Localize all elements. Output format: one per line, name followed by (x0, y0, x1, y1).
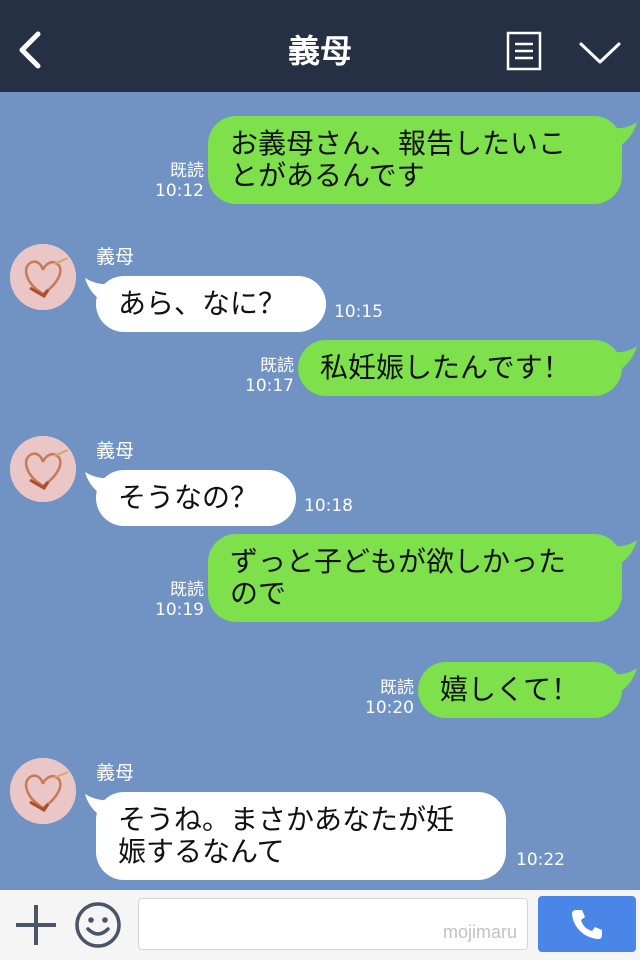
bubble-tail (610, 540, 637, 568)
message-text: 嬉しくて！ (440, 673, 580, 706)
message-bubble[interactable]: ずっと子どもが欲しかった ので (208, 534, 622, 622)
message-text: お義母さん、報告したいこ とがあるんです (230, 127, 567, 192)
message-text: そうなの？ (118, 481, 259, 514)
watermark: mojimaru (442, 922, 517, 942)
message-bubble[interactable]: あら、なに？ (96, 276, 326, 332)
timestamp: 10:19 (155, 600, 204, 620)
plus-icon[interactable] (14, 903, 58, 947)
emoji-icon[interactable] (74, 901, 122, 949)
header-bar: 義母 (0, 0, 640, 92)
read-receipt: 既読 (170, 161, 204, 181)
message-bubble[interactable]: 嬉しくて！ (418, 662, 622, 718)
message-meta: 既読 10:12 (150, 161, 204, 201)
message-text: ずっと子どもが欲しかった ので (230, 545, 567, 610)
bubble-tail (610, 122, 637, 150)
message-meta: 既読 10:19 (150, 580, 204, 620)
bubble-tail (610, 346, 637, 374)
timestamp: 10:12 (155, 181, 204, 201)
message-bubble[interactable]: そうね。まさかあなたが妊 娠するなんて (96, 792, 506, 880)
chat-title: 義母 (287, 32, 352, 70)
read-receipt: 既読 (170, 580, 204, 600)
message-text: そうね。まさかあなたが妊 娠するなんて (118, 803, 455, 868)
message-bubble[interactable]: 私妊娠したんです！ (298, 340, 622, 396)
heart-necklace-icon (10, 244, 76, 310)
menu-icon[interactable] (506, 31, 542, 71)
timestamp: 10:18 (304, 496, 353, 516)
timestamp: 10:15 (334, 302, 383, 322)
call-button[interactable] (538, 896, 636, 952)
bubble-tail (610, 668, 637, 696)
avatar[interactable] (10, 244, 76, 310)
phone-icon (572, 910, 602, 939)
chevron-down-icon[interactable] (578, 40, 622, 66)
message-input[interactable]: mojimaru (138, 898, 528, 950)
heart-necklace-icon (10, 758, 76, 824)
timestamp: 10:17 (245, 376, 294, 396)
sender-name: 義母 (96, 762, 135, 784)
heart-necklace-icon (10, 436, 76, 502)
read-receipt: 既読 (380, 678, 414, 698)
avatar[interactable] (10, 758, 76, 824)
message-text: あら、なに？ (118, 287, 287, 320)
message-bubble[interactable]: そうなの？ (96, 470, 296, 526)
message-meta: 既読 10:20 (360, 678, 414, 718)
message-bubble[interactable]: お義母さん、報告したいこ とがあるんです (208, 116, 622, 204)
chat-area: 既読 10:12 お義母さん、報告したいこ とがあるんです 義母 あら、なに？ … (0, 92, 640, 890)
read-receipt: 既読 (260, 356, 294, 376)
sender-name: 義母 (96, 246, 135, 268)
message-meta: 既読 10:17 (240, 356, 294, 396)
sender-name: 義母 (96, 440, 135, 462)
timestamp: 10:22 (516, 850, 565, 870)
avatar[interactable] (10, 436, 76, 502)
message-text: 私妊娠したんです！ (320, 351, 571, 384)
timestamp: 10:20 (365, 698, 414, 718)
